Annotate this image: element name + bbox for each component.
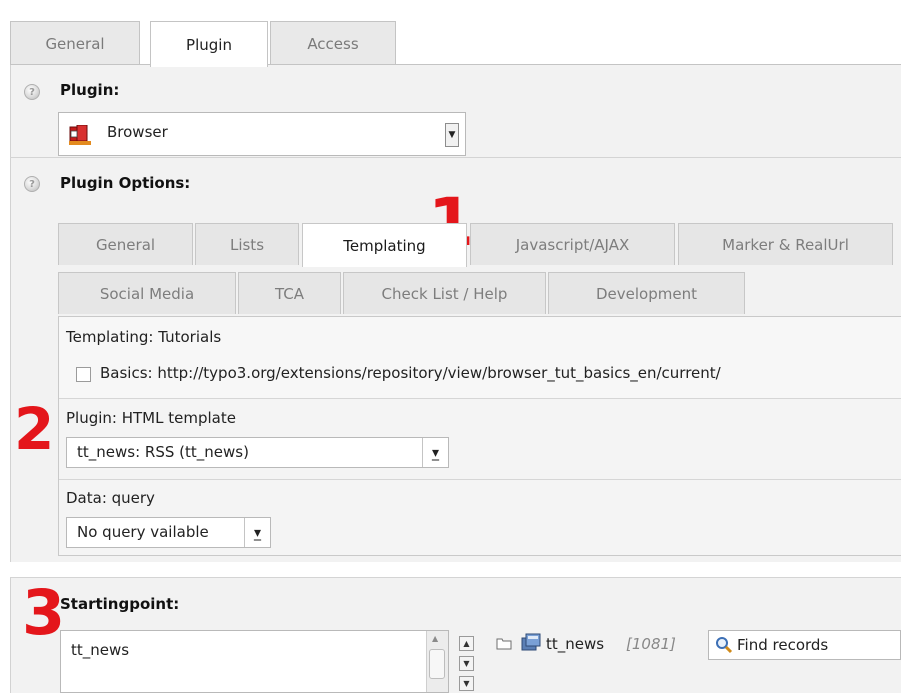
help-icon[interactable]: ? [24, 176, 40, 192]
select-arrow-icon[interactable]: ▼ [445, 123, 459, 147]
tab-options-javascript[interactable]: Javascript/AJAX [470, 223, 675, 265]
basics-checkbox[interactable] [76, 367, 91, 382]
listbox-item[interactable]: tt_news [71, 641, 129, 659]
scrollbar-thumb[interactable] [429, 649, 445, 679]
browser-plugin-icon [69, 124, 91, 145]
startingpoint-listbox[interactable]: tt_news ▲ [60, 630, 449, 693]
plugin-label: Plugin: [60, 81, 120, 99]
html-template-label: Plugin: HTML template [66, 409, 236, 427]
annotation-2: 2 [14, 395, 55, 463]
tab-options-social-media[interactable]: Social Media [58, 272, 236, 314]
help-icon[interactable]: ? [24, 84, 40, 100]
plugin-select[interactable]: Browser ▼ [58, 112, 466, 156]
annotation-3: 3 [22, 576, 66, 649]
tab-plugin[interactable]: Plugin [150, 21, 268, 67]
scroll-up-icon[interactable]: ▲ [432, 634, 438, 643]
basics-checkbox-label[interactable]: Basics: http://typo3.org/extensions/repo… [100, 364, 721, 382]
tab-options-tca[interactable]: TCA [238, 272, 341, 314]
folder-icon[interactable] [496, 636, 512, 650]
tab-options-templating[interactable]: Templating [302, 223, 467, 267]
record-id: [1081] [626, 635, 676, 653]
record-title[interactable]: tt_news [546, 635, 604, 653]
tab-options-general[interactable]: General [58, 223, 193, 265]
tab-options-checklist[interactable]: Check List / Help [343, 272, 546, 314]
tab-options-lists[interactable]: Lists [195, 223, 299, 265]
page-tree-icon [520, 632, 542, 652]
startingpoint-label: Startingpoint: [60, 595, 180, 613]
search-icon [715, 636, 733, 654]
move-up-button[interactable]: ▲ [459, 636, 474, 651]
plugin-select-value: Browser [107, 123, 168, 141]
divider [59, 479, 901, 480]
query-label: Data: query [66, 489, 155, 507]
query-select[interactable]: No query vailable ▾̲ [66, 517, 271, 548]
divider [59, 398, 901, 399]
tab-options-marker-realurl[interactable]: Marker & RealUrl [678, 223, 893, 265]
listbox-scrollbar[interactable]: ▲ [426, 631, 448, 692]
html-template-value: tt_news: RSS (tt_news) [77, 443, 249, 461]
tab-access[interactable]: Access [270, 21, 396, 65]
find-records-label: Find records [737, 636, 829, 654]
move-down-button[interactable]: ▼ [459, 656, 474, 671]
dropdown-arrow-icon[interactable]: ▾̲ [422, 438, 448, 467]
query-value: No query vailable [77, 523, 209, 541]
tab-options-development[interactable]: Development [548, 272, 745, 314]
tab-general[interactable]: General [10, 21, 140, 65]
html-template-select[interactable]: tt_news: RSS (tt_news) ▾̲ [66, 437, 449, 468]
dropdown-arrow-icon[interactable]: ▾̲ [244, 518, 270, 547]
plugin-options-label: Plugin Options: [60, 174, 191, 192]
move-bottom-button[interactable]: ▼ [459, 676, 474, 691]
find-records-button[interactable]: Find records [708, 630, 901, 660]
tutorials-label: Templating: Tutorials [66, 328, 222, 346]
